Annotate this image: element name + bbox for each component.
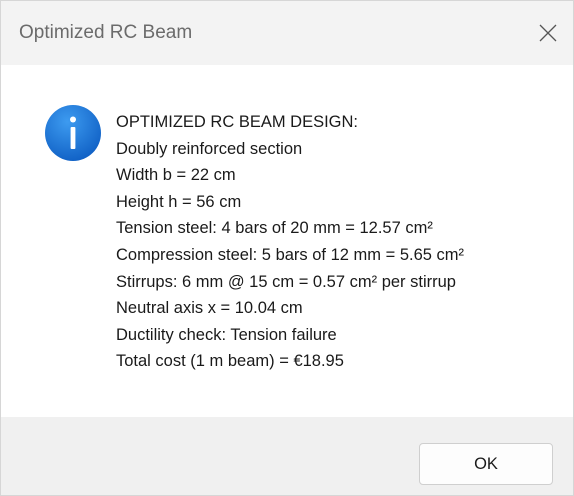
message-line-heading: OPTIMIZED RC BEAM DESIGN: (116, 113, 359, 131)
dialog-content: OPTIMIZED RC BEAM DESIGN: Doubly reinfor… (1, 65, 573, 417)
message-line-ductility: Ductility check: Tension failure (116, 325, 337, 344)
info-icon (44, 104, 102, 162)
window-title: Optimized RC Beam (19, 22, 193, 43)
message-line-section-type: Doubly reinforced section (116, 139, 303, 158)
message-text: OPTIMIZED RC BEAM DESIGN: Doubly reinfor… (116, 109, 464, 375)
message-line-total-cost: Total cost (1 m beam) = €18.95 (116, 352, 344, 371)
message-line-tension-steel: Tension steel: 4 bars of 20 mm = 12.57 c… (116, 219, 433, 238)
message-line-compression-steel: Compression steel: 5 bars of 12 mm = 5.6… (116, 245, 465, 264)
close-button[interactable] (523, 1, 573, 65)
message-line-width: Width b = 22 cm (116, 166, 236, 185)
message-line-height: Height h = 56 cm (116, 192, 242, 211)
close-icon (539, 24, 557, 42)
message-dialog: Optimized RC Beam OPTIMIZED RC BEAM DESI… (0, 0, 574, 496)
message-line-stirrups: Stirrups: 6 mm @ 15 cm = 0.57 cm² per st… (116, 272, 456, 291)
message-line-neutral-axis: Neutral axis x = 10.04 cm (116, 299, 303, 318)
dialog-footer: OK (1, 417, 573, 495)
ok-button[interactable]: OK (419, 443, 553, 485)
title-bar: Optimized RC Beam (1, 1, 573, 65)
